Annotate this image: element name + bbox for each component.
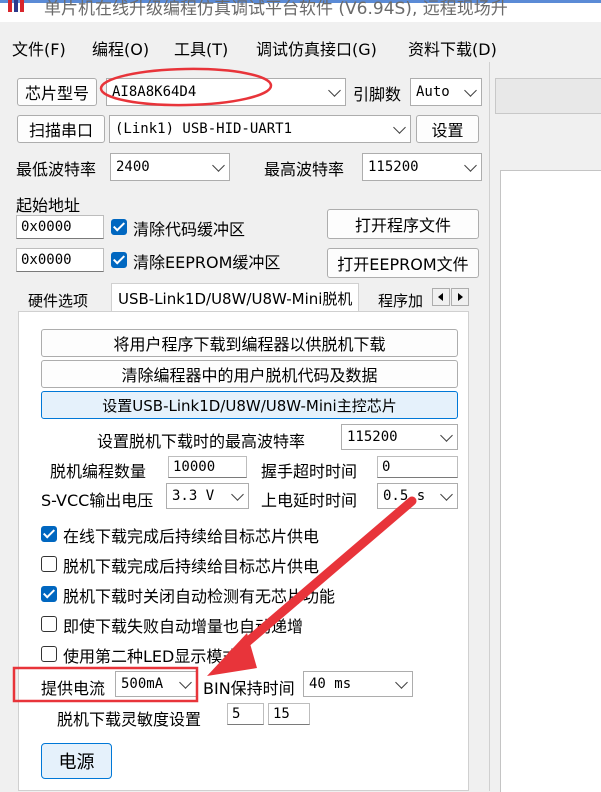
chevron-down-icon	[464, 84, 477, 97]
supply-current-value: 500mA	[121, 676, 164, 692]
menu-file[interactable]: 文件(F)	[12, 36, 66, 60]
port-select[interactable]: (Link1) USB-HID-UART1	[109, 115, 411, 143]
clear-offline-code-button[interactable]: 清除编程器中的用户脱机代码及数据	[41, 360, 458, 388]
disable-detect-checkbox[interactable]	[41, 586, 57, 602]
auto-increment-label: 即使下载失败自动增量也自动递增	[63, 617, 304, 636]
offline-count-label: 脱机编程数量	[50, 462, 147, 481]
supply-current-label: 提供电流	[41, 679, 106, 698]
menu-program[interactable]: 编程(O)	[92, 36, 149, 60]
title-bar: 单片机在线升级编程仿真调试平台软件 (V6.94S), 远程现场升	[0, 0, 601, 22]
min-baud-value: 2400	[116, 159, 150, 175]
online-power-label: 在线下载完成后持续给目标芯片供电	[63, 527, 320, 546]
sensitivity-label: 脱机下载灵敏度设置	[57, 710, 202, 729]
clear-code-checkbox[interactable]	[111, 219, 127, 235]
code-address-input[interactable]: 0x0000	[16, 215, 104, 239]
power-button[interactable]: 电源	[41, 743, 112, 779]
handshake-label: 握手超时时间	[261, 462, 358, 481]
auto-increment-checkbox[interactable]	[41, 616, 57, 632]
arrow-right-icon	[458, 293, 463, 301]
chip-model-value: AI8A8K64D4	[112, 84, 197, 100]
chip-model-select[interactable]: AI8A8K64D4	[106, 78, 346, 106]
chip-model-button[interactable]: 芯片型号	[17, 78, 97, 106]
sensitivity-input-a[interactable]: 5	[227, 703, 264, 725]
power-delay-label: 上电延时时间	[261, 491, 358, 510]
disable-detect-label: 脱机下载时关闭自动检测有无芯片功能	[63, 587, 336, 606]
open-eeprom-button[interactable]: 打开EEPROM文件	[327, 248, 479, 278]
led-mode-checkbox[interactable]	[41, 646, 57, 662]
open-program-button[interactable]: 打开程序文件	[327, 209, 479, 239]
supply-current-select[interactable]: 500mA	[115, 671, 197, 697]
scan-port-button[interactable]: 扫描串口	[17, 115, 105, 143]
chevron-down-icon	[440, 488, 453, 501]
power-delay-value: 0.5 s	[383, 488, 426, 504]
max-baud-label: 最高波特率	[264, 160, 345, 179]
max-baud-value: 115200	[368, 159, 419, 175]
chevron-down-icon	[393, 121, 406, 134]
set-master-chip-button[interactable]: 设置USB-Link1D/U8W/U8W-Mini主控芯片	[41, 391, 458, 419]
offline-max-baud-label: 设置脱机下载时的最高波特率	[97, 432, 306, 451]
min-baud-select[interactable]: 2400	[110, 153, 230, 181]
svcc-value: 3.3 V	[172, 488, 215, 504]
offline-max-baud-value: 115200	[347, 429, 398, 445]
menu-bar: 文件(F) 编程(O) 工具(T) 调试仿真接口(G) 资料下载(D)	[0, 30, 601, 60]
eeprom-address-input[interactable]: 0x0000	[16, 248, 104, 272]
min-baud-label: 最低波特率	[16, 160, 97, 179]
offline-power-label: 脱机下载完成后持续给目标芯片供电	[63, 557, 320, 576]
svcc-label: S-VCC输出电压	[41, 491, 154, 510]
tab-offline[interactable]: USB-Link1D/U8W/U8W-Mini脱机	[111, 283, 360, 312]
chevron-down-icon	[395, 676, 408, 689]
led-mode-label: 使用第二种LED显示模式	[63, 647, 239, 666]
settings-button[interactable]: 设置	[416, 115, 479, 143]
bin-hold-value: 40 ms	[309, 676, 352, 692]
chevron-down-icon	[440, 429, 453, 442]
port-value: (Link1) USB-HID-UART1	[115, 121, 293, 137]
right-pane-toolbar	[495, 78, 601, 114]
power-delay-select[interactable]: 0.5 s	[377, 483, 458, 509]
tab-scroll-right-button[interactable]	[451, 288, 469, 306]
max-baud-select[interactable]: 115200	[362, 153, 482, 181]
chevron-down-icon	[212, 159, 225, 172]
sensitivity-input-b[interactable]: 15	[268, 703, 310, 725]
pins-label: 引脚数	[353, 85, 402, 104]
handshake-input[interactable]: 0	[377, 456, 458, 478]
tab-scroll-left-button[interactable]	[432, 288, 450, 306]
chevron-down-icon	[464, 159, 477, 172]
clear-eeprom-label: 清除EEPROM缓冲区	[133, 253, 281, 272]
start-address-label: 起始地址	[16, 196, 81, 215]
pins-value: Auto	[416, 84, 450, 100]
menu-download[interactable]: 资料下载(D)	[408, 36, 497, 60]
arrow-left-icon	[438, 293, 443, 301]
window-title: 单片机在线升级编程仿真调试平台软件 (V6.94S), 远程现场升	[44, 0, 508, 19]
online-power-checkbox[interactable]	[41, 526, 57, 542]
chevron-down-icon	[328, 84, 341, 97]
app-logo-icon	[8, 0, 24, 12]
chevron-down-icon	[231, 488, 244, 501]
bin-hold-select[interactable]: 40 ms	[303, 671, 413, 697]
right-pane-content[interactable]	[500, 170, 601, 792]
chevron-down-icon	[179, 676, 192, 689]
svcc-select[interactable]: 3.3 V	[166, 483, 249, 509]
offline-count-input[interactable]: 10000	[168, 456, 247, 478]
bin-hold-label: BIN保持时间	[203, 679, 295, 698]
menu-debug[interactable]: 调试仿真接口(G)	[256, 36, 377, 60]
tab-hardware[interactable]: 硬件选项	[28, 286, 88, 311]
pins-select[interactable]: Auto	[410, 78, 482, 106]
clear-eeprom-checkbox[interactable]	[111, 252, 127, 268]
tab-program[interactable]: 程序加	[378, 286, 423, 311]
offline-max-baud-select[interactable]: 115200	[341, 424, 458, 450]
offline-power-checkbox[interactable]	[41, 556, 57, 572]
download-to-programmer-button[interactable]: 将用户程序下载到编程器以供脱机下载	[41, 329, 458, 357]
clear-code-label: 清除代码缓冲区	[133, 220, 246, 239]
menu-tools[interactable]: 工具(T)	[174, 36, 228, 60]
